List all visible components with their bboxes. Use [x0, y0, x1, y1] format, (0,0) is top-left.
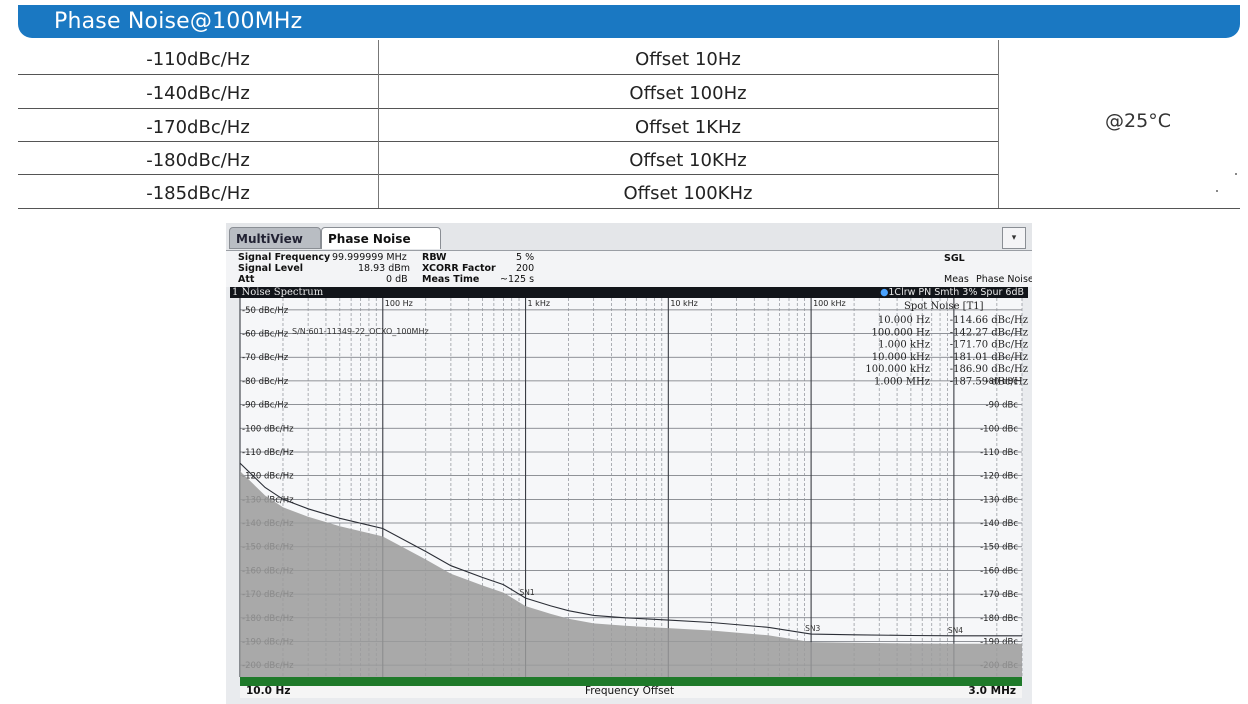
spot-noise-value: -186.90 dBc/Hz — [950, 364, 1028, 375]
table-row: -185dBc/Hz Offset 100KHz — [18, 174, 998, 207]
phase-noise-plot: -50 dBc/Hz -60 dBc/Hz -70 dBc/Hz -80 dBc/Hz… — [239, 298, 1028, 687]
noise-level: -180dBc/Hz — [146, 150, 250, 171]
x-axis-bar: 10.0 Hz Frequency Offset 3.0 MHz — [240, 685, 1022, 698]
offset-frequency: Offset 100Hz — [629, 83, 747, 104]
marker-label: SN4 — [948, 626, 963, 635]
noise-level: -140dBc/Hz — [146, 83, 250, 104]
y-tick-label: -110 dBc/Hz — [242, 448, 294, 458]
decade-label: 10 kHz — [670, 299, 698, 308]
section-header: Phase Noise@100MHz — [18, 5, 1240, 38]
spot-noise-value: -142.27 dBc/Hz — [950, 327, 1028, 338]
y-tick-label: -60 dBc/Hz — [242, 330, 289, 340]
y-tick-label-right: -120 dBc — [980, 472, 1018, 482]
spectrum-analyzer-screen: MultiView Phase Noise ▾ Signal Frequency… — [226, 223, 1032, 704]
marker-label: SN1 — [520, 588, 535, 597]
spot-noise-offset: 100.000 Hz — [871, 327, 930, 338]
column-divider — [998, 40, 999, 208]
serial-annotation: S/N:601-11349-22_OCXO_100MHz — [292, 327, 429, 336]
spot-noise-offset: 100.000 kHz — [865, 364, 930, 375]
noise-level: -110dBc/Hz — [146, 49, 250, 70]
spot-noise-value: -171.70 dBc/Hz — [950, 340, 1028, 351]
y-tick-label: -50 dBc/Hz — [242, 306, 289, 316]
marker-label: SN3 — [805, 624, 820, 633]
row-divider — [18, 174, 998, 175]
y-tick-label-right: -100 dBc — [980, 424, 1018, 434]
offset-frequency: Offset 1KHz — [634, 117, 742, 138]
spot-noise-value: -187.59 dBc/Hz — [950, 377, 1028, 388]
x-end: 3.0 MHz — [968, 685, 1016, 697]
y-tick-label: -100 dBc/Hz — [242, 424, 294, 434]
stray-dot — [1216, 190, 1218, 192]
noise-level: -170dBc/Hz — [146, 117, 250, 138]
spot-noise-offset: 10.000 kHz — [872, 352, 930, 363]
decade-label: 1 kHz — [528, 299, 550, 308]
x-axis-label: Frequency Offset — [585, 685, 675, 697]
table-bottom-border — [18, 208, 1240, 209]
spot-noise-value: -181.01 dBc/Hz — [950, 352, 1028, 363]
temperature-condition: @25°C — [1105, 110, 1171, 132]
row-divider — [18, 141, 998, 142]
table-row: -110dBc/Hz Offset 10Hz — [18, 40, 998, 73]
y-tick-label-right: -170 dBc — [980, 590, 1018, 600]
x-start: 10.0 Hz — [246, 685, 291, 697]
y-tick-label-right: -160 dBc — [980, 566, 1018, 576]
table-row: -180dBc/Hz Offset 10KHz — [18, 141, 998, 174]
spot-noise-offset: 1.000 MHz — [874, 377, 930, 388]
section-title: Phase Noise@100MHz — [54, 9, 303, 34]
spot-noise-title: Spot Noise [T1] — [904, 301, 984, 312]
y-tick-label: -70 dBc/Hz — [242, 353, 289, 363]
y-tick-label-right: -180 dBc — [980, 614, 1018, 624]
row-divider — [18, 74, 998, 75]
decade-label: 100 kHz — [813, 299, 846, 308]
y-tick-label-right: -140 dBc — [980, 519, 1018, 529]
table-row: -170dBc/Hz Offset 1KHz — [18, 108, 998, 141]
y-tick-label: -80 dBc/Hz — [242, 377, 289, 387]
phase-noise-spec-table: -110dBc/Hz Offset 10Hz -140dBc/Hz Offset… — [18, 40, 1240, 209]
column-divider — [378, 40, 379, 208]
noise-level: -185dBc/Hz — [146, 183, 250, 204]
y-tick-label-right: -130 dBc — [980, 495, 1018, 505]
decade-label: 100 Hz — [385, 299, 413, 308]
spot-noise-offset: 10.000 Hz — [878, 315, 930, 326]
y-tick-label-right: -110 dBc — [980, 448, 1018, 458]
offset-frequency: Offset 10Hz — [635, 49, 741, 70]
table-row: -140dBc/Hz Offset 100Hz — [18, 74, 998, 107]
y-tick-label: -90 dBc/Hz — [242, 401, 289, 411]
spot-noise-value: -114.66 dBc/Hz — [950, 315, 1028, 326]
row-divider — [18, 108, 998, 109]
y-tick-label-right: -150 dBc — [980, 543, 1018, 553]
stray-dot — [1235, 173, 1237, 175]
offset-frequency: Offset 100KHz — [623, 183, 753, 204]
spot-noise-offset: 1.000 kHz — [878, 340, 930, 351]
offset-frequency: Offset 10KHz — [629, 150, 747, 171]
y-tick-label-right: -90 dBc — [986, 401, 1019, 411]
